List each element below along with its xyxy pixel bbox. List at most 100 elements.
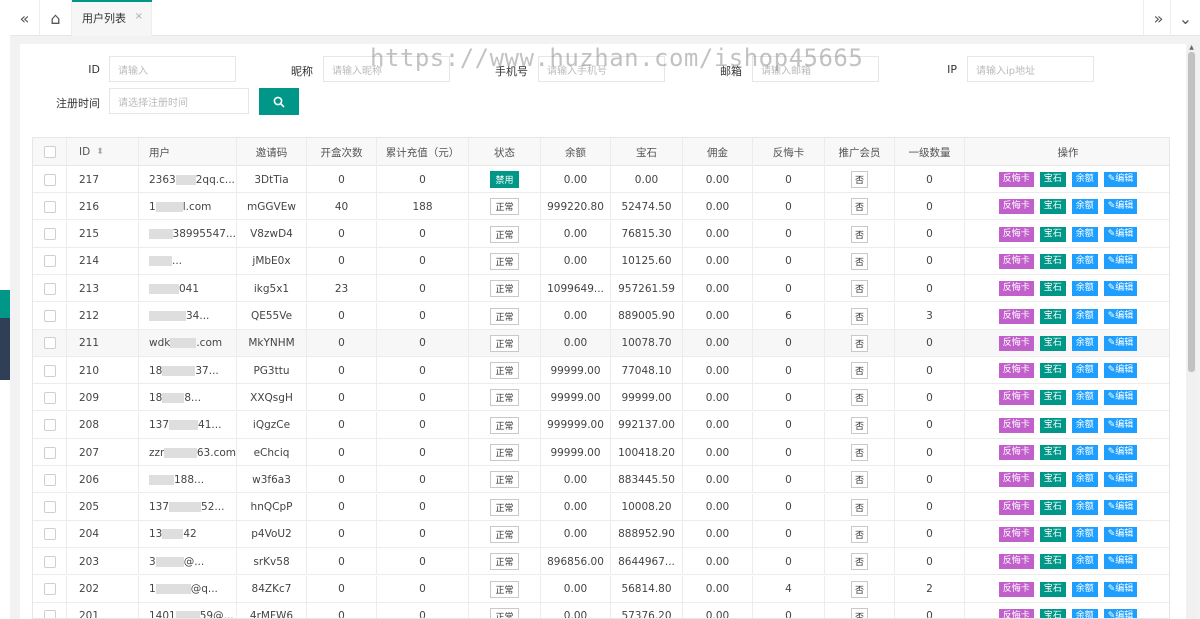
id-input[interactable]: 请输入 bbox=[109, 56, 236, 82]
table-row[interactable]: 213 041 ikg5x1 23 0 正常 1099649... 957261.59 0.00… bbox=[33, 275, 1169, 303]
regtime-input[interactable]: 请选择注册时间 bbox=[109, 88, 249, 114]
balance-button[interactable]: 余额 bbox=[1071, 335, 1098, 351]
edit-button[interactable]: ✎编辑 bbox=[1103, 581, 1138, 597]
table-row[interactable]: 215 38995547... V8zwD4 0 0 正常 0.00 76815.30 0.00… bbox=[33, 220, 1169, 248]
table-row[interactable]: 209 18 8... XXQsgH 0 0 正常 99999.00 99999.00 0.00 0… bbox=[33, 384, 1169, 412]
status-badge[interactable]: 正常 bbox=[490, 416, 519, 434]
promo-member-badge[interactable]: 否 bbox=[850, 416, 868, 434]
edit-button[interactable]: ✎编辑 bbox=[1103, 172, 1138, 187]
status-badge[interactable]: 正常 bbox=[490, 471, 519, 489]
balance-button[interactable]: 余额 bbox=[1071, 472, 1098, 488]
table-row[interactable]: 206 188... w3f6a3 0 0 正常 0.00 883445.50 0.00 0 否 0 反… bbox=[33, 466, 1169, 494]
double-chevron-right-icon[interactable]: » bbox=[1143, 0, 1173, 36]
promo-member-badge[interactable]: 否 bbox=[850, 334, 868, 352]
status-badge[interactable]: 正常 bbox=[490, 553, 519, 571]
promo-member-badge[interactable]: 否 bbox=[850, 252, 868, 270]
balance-button[interactable]: 余额 bbox=[1071, 199, 1098, 215]
balance-button[interactable]: 余额 bbox=[1071, 526, 1098, 542]
ip-input[interactable]: 请输入ip地址 bbox=[967, 56, 1094, 82]
gems-button[interactable]: 宝石 bbox=[1039, 472, 1066, 488]
status-badge[interactable]: 正常 bbox=[490, 389, 519, 407]
edit-button[interactable]: ✎编辑 bbox=[1103, 472, 1138, 488]
status-badge[interactable]: 正常 bbox=[490, 307, 519, 325]
balance-button[interactable]: 余额 bbox=[1071, 499, 1098, 515]
status-badge[interactable]: 正常 bbox=[490, 607, 519, 618]
promo-member-badge[interactable]: 否 bbox=[850, 198, 868, 216]
balance-button[interactable]: 余额 bbox=[1071, 390, 1098, 406]
balance-button[interactable]: 余额 bbox=[1071, 172, 1098, 187]
row-checkbox[interactable] bbox=[43, 173, 56, 186]
gems-button[interactable]: 宝石 bbox=[1039, 581, 1066, 597]
status-badge[interactable]: 禁用 bbox=[490, 171, 519, 188]
regret-card-button[interactable]: 反悔卡 bbox=[998, 281, 1034, 297]
regret-card-button[interactable]: 反悔卡 bbox=[998, 417, 1034, 433]
promo-member-badge[interactable]: 否 bbox=[850, 362, 868, 380]
regret-card-button[interactable]: 反悔卡 bbox=[998, 390, 1034, 406]
row-checkbox[interactable] bbox=[43, 228, 56, 241]
regret-card-button[interactable]: 反悔卡 bbox=[998, 526, 1034, 542]
chevron-down-icon[interactable]: ⌄ bbox=[1170, 0, 1200, 36]
regret-card-button[interactable]: 反悔卡 bbox=[998, 308, 1034, 324]
row-checkbox[interactable] bbox=[43, 255, 56, 268]
gems-button[interactable]: 宝石 bbox=[1039, 608, 1066, 618]
edit-button[interactable]: ✎编辑 bbox=[1103, 445, 1138, 460]
status-badge[interactable]: 正常 bbox=[490, 280, 519, 298]
gems-button[interactable]: 宝石 bbox=[1039, 363, 1066, 379]
scrollbar-thumb[interactable] bbox=[1188, 52, 1195, 372]
close-icon[interactable]: × bbox=[135, 11, 143, 22]
row-checkbox[interactable] bbox=[43, 364, 56, 377]
regret-card-button[interactable]: 反悔卡 bbox=[998, 172, 1034, 187]
row-checkbox[interactable] bbox=[43, 583, 56, 595]
regret-card-button[interactable]: 反悔卡 bbox=[998, 554, 1034, 570]
promo-member-badge[interactable]: 否 bbox=[850, 580, 868, 598]
row-checkbox[interactable] bbox=[43, 501, 56, 514]
status-badge[interactable]: 正常 bbox=[490, 498, 519, 516]
balance-button[interactable]: 余额 bbox=[1071, 581, 1098, 597]
sort-icon[interactable]: ⬍ bbox=[96, 147, 104, 157]
home-icon[interactable]: ⌂ bbox=[40, 0, 72, 36]
edit-button[interactable]: ✎编辑 bbox=[1103, 390, 1138, 406]
table-row[interactable]: 201 1401 59@... 4rMFW6 0 0 正常 0.00 57376.20 0.00 0… bbox=[33, 602, 1169, 618]
gems-button[interactable]: 宝石 bbox=[1039, 281, 1066, 297]
regret-card-button[interactable]: 反悔卡 bbox=[998, 581, 1034, 597]
table-row[interactable]: 202 1 @q... 84ZKc7 0 0 正常 0.00 56814.80 0.00 4 否 2 反悔… bbox=[33, 575, 1169, 603]
promo-member-badge[interactable]: 否 bbox=[850, 498, 868, 516]
edit-button[interactable]: ✎编辑 bbox=[1103, 281, 1138, 297]
promo-member-badge[interactable]: 否 bbox=[850, 525, 868, 543]
regret-card-button[interactable]: 反悔卡 bbox=[998, 199, 1034, 215]
regret-card-button[interactable]: 反悔卡 bbox=[998, 445, 1034, 460]
balance-button[interactable]: 余额 bbox=[1071, 445, 1098, 460]
gems-button[interactable]: 宝石 bbox=[1039, 335, 1066, 351]
table-row[interactable]: 204 13 42 p4VoU2 0 0 正常 0.00 888952.90 0.00 0 否 0 反悔卡… bbox=[33, 520, 1169, 548]
promo-member-badge[interactable]: 否 bbox=[850, 171, 868, 188]
promo-member-badge[interactable]: 否 bbox=[850, 444, 868, 461]
select-all-checkbox[interactable] bbox=[43, 146, 56, 158]
edit-button[interactable]: ✎编辑 bbox=[1103, 554, 1138, 570]
regret-card-button[interactable]: 反悔卡 bbox=[998, 363, 1034, 379]
promo-member-badge[interactable]: 否 bbox=[850, 389, 868, 407]
table-row[interactable]: 216 1 l.com mGGVEw 40 188 正常 999220.80 52474.50 0… bbox=[33, 193, 1169, 221]
search-button[interactable] bbox=[259, 88, 299, 115]
balance-button[interactable]: 余额 bbox=[1071, 253, 1098, 269]
header-id[interactable]: ID ⬍ bbox=[67, 138, 139, 166]
gems-button[interactable]: 宝石 bbox=[1039, 417, 1066, 433]
promo-member-badge[interactable]: 否 bbox=[850, 307, 868, 325]
double-chevron-left-icon[interactable]: « bbox=[10, 0, 40, 36]
row-checkbox[interactable] bbox=[43, 310, 56, 322]
balance-button[interactable]: 余额 bbox=[1071, 608, 1098, 618]
regret-card-button[interactable]: 反悔卡 bbox=[998, 226, 1034, 242]
vertical-scrollbar[interactable]: ▲ bbox=[1187, 44, 1196, 619]
row-checkbox[interactable] bbox=[43, 337, 56, 350]
status-badge[interactable]: 正常 bbox=[490, 198, 519, 216]
balance-button[interactable]: 余额 bbox=[1071, 308, 1098, 324]
gems-button[interactable]: 宝石 bbox=[1039, 199, 1066, 215]
row-checkbox[interactable] bbox=[43, 610, 56, 618]
table-row[interactable]: 210 18 37... PG3ttu 0 0 正常 99999.00 77048.10 0.00… bbox=[33, 357, 1169, 385]
promo-member-badge[interactable]: 否 bbox=[850, 553, 868, 571]
promo-member-badge[interactable]: 否 bbox=[850, 607, 868, 618]
row-checkbox[interactable] bbox=[43, 391, 56, 404]
regret-card-button[interactable]: 反悔卡 bbox=[998, 499, 1034, 515]
regret-card-button[interactable]: 反悔卡 bbox=[998, 253, 1034, 269]
table-row[interactable]: 212 34... QE55Ve 0 0 正常 0.00 889005.90 0.00 6 否 3 反悔… bbox=[33, 302, 1169, 330]
row-checkbox[interactable] bbox=[43, 528, 56, 541]
